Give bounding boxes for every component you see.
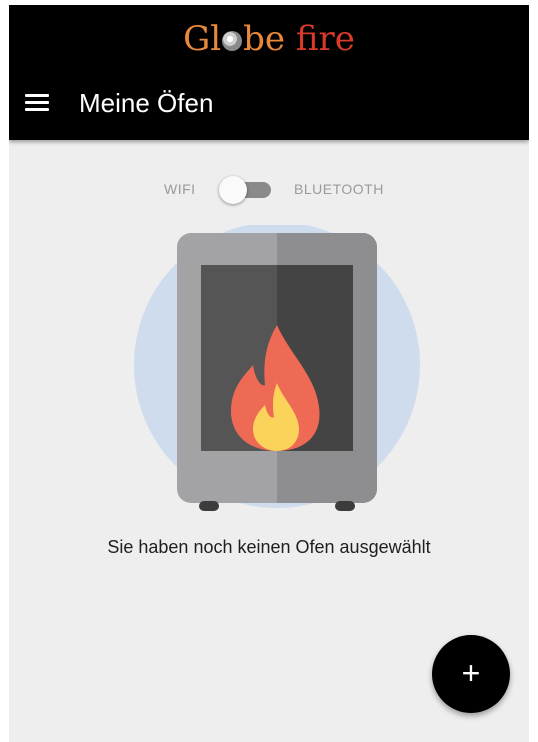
- menu-line: [25, 108, 49, 111]
- page-title: Meine Öfen: [79, 88, 214, 118]
- menu-line: [25, 101, 49, 104]
- plus-icon: +: [461, 655, 481, 691]
- connection-switch[interactable]: [219, 175, 275, 205]
- brand-text-middle: be: [243, 19, 286, 59]
- switch-thumb[interactable]: [219, 176, 247, 204]
- app-bar: Gl be fire Meine Öfen: [9, 5, 529, 140]
- add-stove-button[interactable]: +: [432, 635, 510, 713]
- bluetooth-label: BLUETOOTH: [294, 181, 384, 197]
- app-screen: Gl be fire Meine Öfen WIFI BLUETOOTH Sie…: [9, 5, 529, 742]
- menu-line: [25, 94, 49, 97]
- brand-text-end: fire: [295, 19, 355, 59]
- globe-icon: [222, 31, 243, 51]
- brand-text-start: Gl: [183, 19, 222, 59]
- brand-logo: Gl be fire: [9, 19, 529, 59]
- wifi-label: WIFI: [164, 181, 196, 197]
- empty-state-message: Sie haben noch keinen Ofen ausgewählt: [107, 537, 431, 557]
- stove-fire-icon: [119, 222, 439, 525]
- hamburger-menu-icon[interactable]: [23, 91, 53, 115]
- connection-toggle-row: WIFI BLUETOOTH: [9, 175, 529, 205]
